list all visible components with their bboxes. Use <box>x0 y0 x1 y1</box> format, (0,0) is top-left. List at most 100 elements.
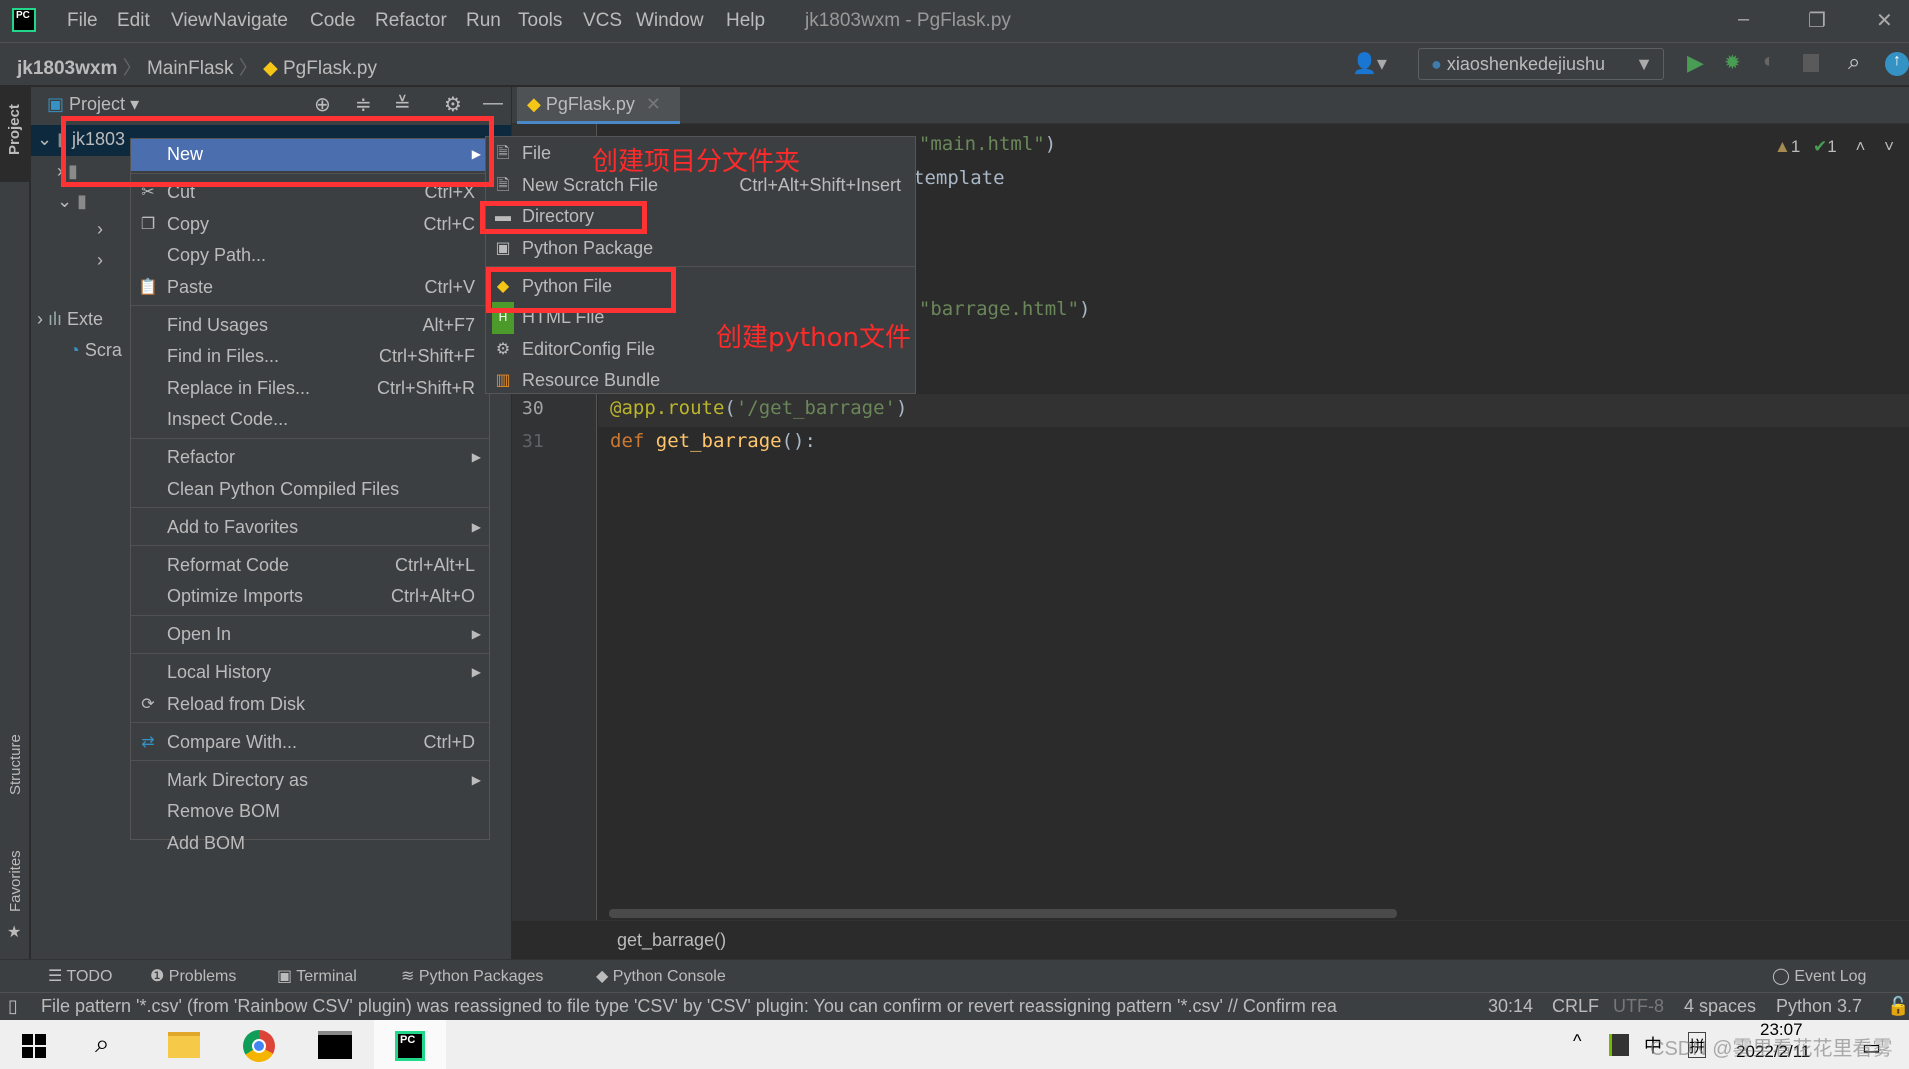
caret-position[interactable]: 30:14 <box>1488 996 1533 1017</box>
menu-code[interactable]: Code <box>310 10 355 32</box>
restore-button[interactable]: ❐ <box>1808 8 1826 33</box>
tree-item[interactable]: › <box>97 219 103 240</box>
menu-tools[interactable]: Tools <box>518 10 562 32</box>
todo-tab[interactable]: ☰ TODO <box>48 966 112 986</box>
run-icon[interactable]: ▶ <box>1687 50 1704 76</box>
project-view-select[interactable]: ▣ Project ▾ <box>47 94 139 115</box>
star-icon: ★ <box>7 924 22 941</box>
breadcrumb-file[interactable]: PgFlask.py <box>283 58 377 79</box>
breadcrumb-project[interactable]: jk1803wxm <box>17 58 117 79</box>
menu-item-paste[interactable]: 📋 Paste Ctrl+V <box>131 272 489 304</box>
gear-icon[interactable]: ⚙ <box>444 92 462 117</box>
python-console-tab[interactable]: ◆ Python Console <box>596 966 726 986</box>
interpreter[interactable]: Python 3.7 <box>1776 996 1862 1017</box>
event-log-tab[interactable]: ◯ Event Log <box>1772 966 1866 986</box>
menu-view[interactable]: View <box>171 10 212 32</box>
menu-item-refactor[interactable]: Refactor ▶ <box>131 442 489 474</box>
project-tool-label[interactable]: Project <box>6 104 23 155</box>
tree-item-external-libraries[interactable]: › ılı Exte <box>37 309 103 330</box>
new-item-python-package[interactable]: ▣ Python Package <box>486 233 915 265</box>
menu-run[interactable]: Run <box>466 10 501 32</box>
menu-item-optimize-imports[interactable]: Optimize Imports Ctrl+Alt+O <box>131 581 489 613</box>
structure-tool-label[interactable]: Structure <box>7 734 24 795</box>
hide-icon[interactable]: — <box>483 92 503 115</box>
status-message[interactable]: File pattern '*.csv' (from 'Rainbow CSV'… <box>41 996 1441 1017</box>
terminal-tab[interactable]: ▣ Terminal <box>277 966 357 986</box>
menu-item-inspect-code[interactable]: Inspect Code... <box>131 404 489 436</box>
expand-all-icon[interactable]: ≑ <box>355 92 372 117</box>
menu-item-label: Open In <box>167 624 232 644</box>
menu-item-icon: ❐ <box>140 215 156 233</box>
menu-item-replace-in-files[interactable]: Replace in Files... Ctrl+Shift+R <box>131 373 489 405</box>
stop-icon[interactable] <box>1803 54 1819 72</box>
favorites-tool-label[interactable]: Favorites <box>7 850 24 912</box>
menu-item-copy[interactable]: ❐ Copy Ctrl+C <box>131 209 489 241</box>
menu-navigate[interactable]: Navigate <box>213 10 288 32</box>
new-item-resource-bundle[interactable]: ▥ Resource Bundle <box>486 365 915 397</box>
window-title: jk1803wxm - PgFlask.py <box>805 10 1011 31</box>
tab-pgflask[interactable]: ◆ PgFlask.py ✕ <box>517 87 680 124</box>
tray-overflow-icon[interactable]: ^ <box>1573 1031 1581 1052</box>
indent-setting[interactable]: 4 spaces <box>1684 996 1756 1017</box>
collapse-all-icon[interactable]: ≚ <box>394 92 411 117</box>
update-icon[interactable]: ↑ <box>1885 52 1909 76</box>
menu-edit[interactable]: Edit <box>117 10 150 32</box>
tree-item[interactable]: › <box>97 250 103 271</box>
locate-icon[interactable]: ⊕ <box>314 92 331 117</box>
run-config-select[interactable]: ● xiaoshenkedejiushu ▼ <box>1418 48 1664 80</box>
windows-start-icon[interactable] <box>22 1034 46 1058</box>
python-packages-tab[interactable]: ≋ Python Packages <box>401 966 543 986</box>
menu-item-find-in-files[interactable]: Find in Files... Ctrl+Shift+F <box>131 341 489 373</box>
menu-help[interactable]: Help <box>726 10 765 32</box>
search-icon[interactable]: ⌕ <box>1848 49 1860 75</box>
lock-icon[interactable]: 🔓 <box>1887 996 1909 1017</box>
menu-item-clean-python-compiled-files[interactable]: Clean Python Compiled Files <box>131 474 489 506</box>
inspection-widget[interactable]: ▲1 ✔1 ˄ ˅ <box>1774 137 1894 157</box>
menu-item-open-in[interactable]: Open In ▶ <box>131 619 489 651</box>
menu-item-compare-with[interactable]: ⇄ Compare With... Ctrl+D <box>131 727 489 759</box>
menu-item-local-history[interactable]: Local History ▶ <box>131 657 489 689</box>
tree-item-scratches[interactable]: ◔ Scra <box>69 340 122 361</box>
chrome-icon[interactable] <box>243 1030 275 1062</box>
horizontal-scrollbar[interactable] <box>609 909 1397 918</box>
coverage-icon[interactable]: ◐ <box>1763 50 1775 73</box>
status-toggle-icon[interactable]: ▯ <box>8 996 18 1017</box>
menu-item-remove-bom[interactable]: Remove BOM <box>131 796 489 828</box>
file-explorer-icon[interactable] <box>168 1032 200 1058</box>
menu-item-copy-path[interactable]: Copy Path... <box>131 240 489 272</box>
submenu-arrow-icon: ▶ <box>471 450 481 464</box>
menu-item-find-usages[interactable]: Find Usages Alt+F7 <box>131 310 489 342</box>
pycharm-taskbar-button[interactable]: PC <box>374 1020 446 1069</box>
tree-item[interactable]: ⌄ ▮ <box>57 191 87 212</box>
submenu-arrow-icon: ▶ <box>471 772 481 787</box>
close-button[interactable]: ✕ <box>1876 8 1893 33</box>
code-token: ) <box>896 397 908 419</box>
menu-item-reload-from-disk[interactable]: ⟳ Reload from Disk <box>131 689 489 721</box>
file-encoding[interactable]: UTF-8 <box>1613 996 1664 1017</box>
terminal-icon[interactable] <box>318 1031 352 1059</box>
menu-item-add-to-favorites[interactable]: Add to Favorites ▶ <box>131 512 489 544</box>
debug-icon[interactable]: ✹ <box>1724 50 1741 75</box>
breadcrumb-folder[interactable]: MainFlask <box>147 58 234 79</box>
code-line: def get_barrage(): <box>610 430 816 452</box>
nvidia-icon[interactable] <box>1609 1034 1629 1056</box>
next-icon[interactable]: ˅ <box>1884 137 1894 156</box>
previous-icon[interactable]: ˄ <box>1855 137 1865 156</box>
csdn-watermark: CSDN @雾里看花花里看雾 <box>1650 1038 1893 1060</box>
code-token: def <box>610 430 656 452</box>
user-icon[interactable]: 👤▾ <box>1352 51 1387 76</box>
breadcrumb-function[interactable]: get_barrage() <box>617 930 726 951</box>
menu-window[interactable]: Window <box>636 10 704 32</box>
close-tab-icon[interactable]: ✕ <box>646 94 661 114</box>
menu-item-add-bom[interactable]: Add BOM <box>131 828 489 860</box>
menu-refactor[interactable]: Refactor <box>375 10 447 32</box>
menu-item-mark-directory-as[interactable]: Mark Directory as ▶ <box>131 765 489 797</box>
menu-item-reformat-code[interactable]: Reformat Code Ctrl+Alt+L <box>131 550 489 582</box>
menu-file[interactable]: File <box>67 10 98 32</box>
minimize-button[interactable]: – <box>1738 8 1749 31</box>
problems-tab[interactable]: ❶ Problems <box>150 966 236 986</box>
breadcrumb-separator: 〉 <box>238 58 258 79</box>
line-separator[interactable]: CRLF <box>1552 996 1599 1017</box>
search-icon[interactable]: ⌕ <box>95 1028 110 1060</box>
menu-vcs[interactable]: VCS <box>583 10 622 32</box>
